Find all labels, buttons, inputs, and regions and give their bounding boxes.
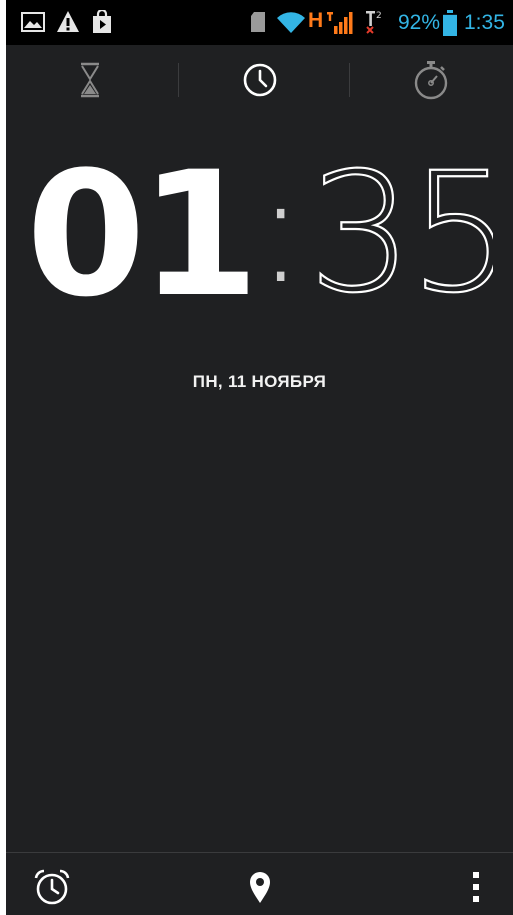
gallery-icon xyxy=(21,12,45,32)
tab-bar xyxy=(6,45,513,115)
hourglass-icon xyxy=(81,62,99,98)
battery-icon xyxy=(443,10,457,36)
signal-strength-icon xyxy=(327,12,353,34)
battery-percent: 92% xyxy=(398,11,441,34)
play-store-icon xyxy=(93,10,111,33)
tab-clock[interactable] xyxy=(176,45,344,115)
bottom-action-bar xyxy=(6,852,513,915)
alarm-button[interactable] xyxy=(22,859,82,915)
cities-button[interactable] xyxy=(230,859,290,915)
location-pin-icon xyxy=(250,872,270,903)
clock-separator: : xyxy=(255,143,306,317)
svg-text:2: 2 xyxy=(376,11,382,21)
clock-icon xyxy=(243,63,277,97)
status-bar-time: 1:35 xyxy=(464,11,505,34)
sd-card-icon xyxy=(251,12,265,32)
tab-stopwatch[interactable] xyxy=(347,45,513,115)
date-label: ПН, 11 НОЯБРЯ xyxy=(192,372,327,391)
stopwatch-icon xyxy=(414,61,448,100)
network-type-label: H xyxy=(308,9,323,32)
overflow-menu-button[interactable] xyxy=(446,859,506,915)
clock-app-screen: H 2 92% 1:35 01: 35 ПН, 11 НОЯБРЯ xyxy=(6,0,513,915)
overflow-menu-icon xyxy=(473,872,479,902)
clock-hours: 01 xyxy=(26,134,259,335)
status-bar: H 2 92% 1:35 xyxy=(6,0,513,45)
clock-minutes-text: 35 xyxy=(308,150,493,320)
wifi-icon xyxy=(277,12,305,33)
sim2-no-signal-icon: 2 xyxy=(366,11,382,34)
tab-timer[interactable] xyxy=(6,45,174,115)
clock-minutes: 35 xyxy=(308,150,493,320)
alarm-clock-icon xyxy=(34,869,70,905)
digital-clock: 01: 35 xyxy=(6,149,513,321)
warning-icon xyxy=(57,11,79,32)
